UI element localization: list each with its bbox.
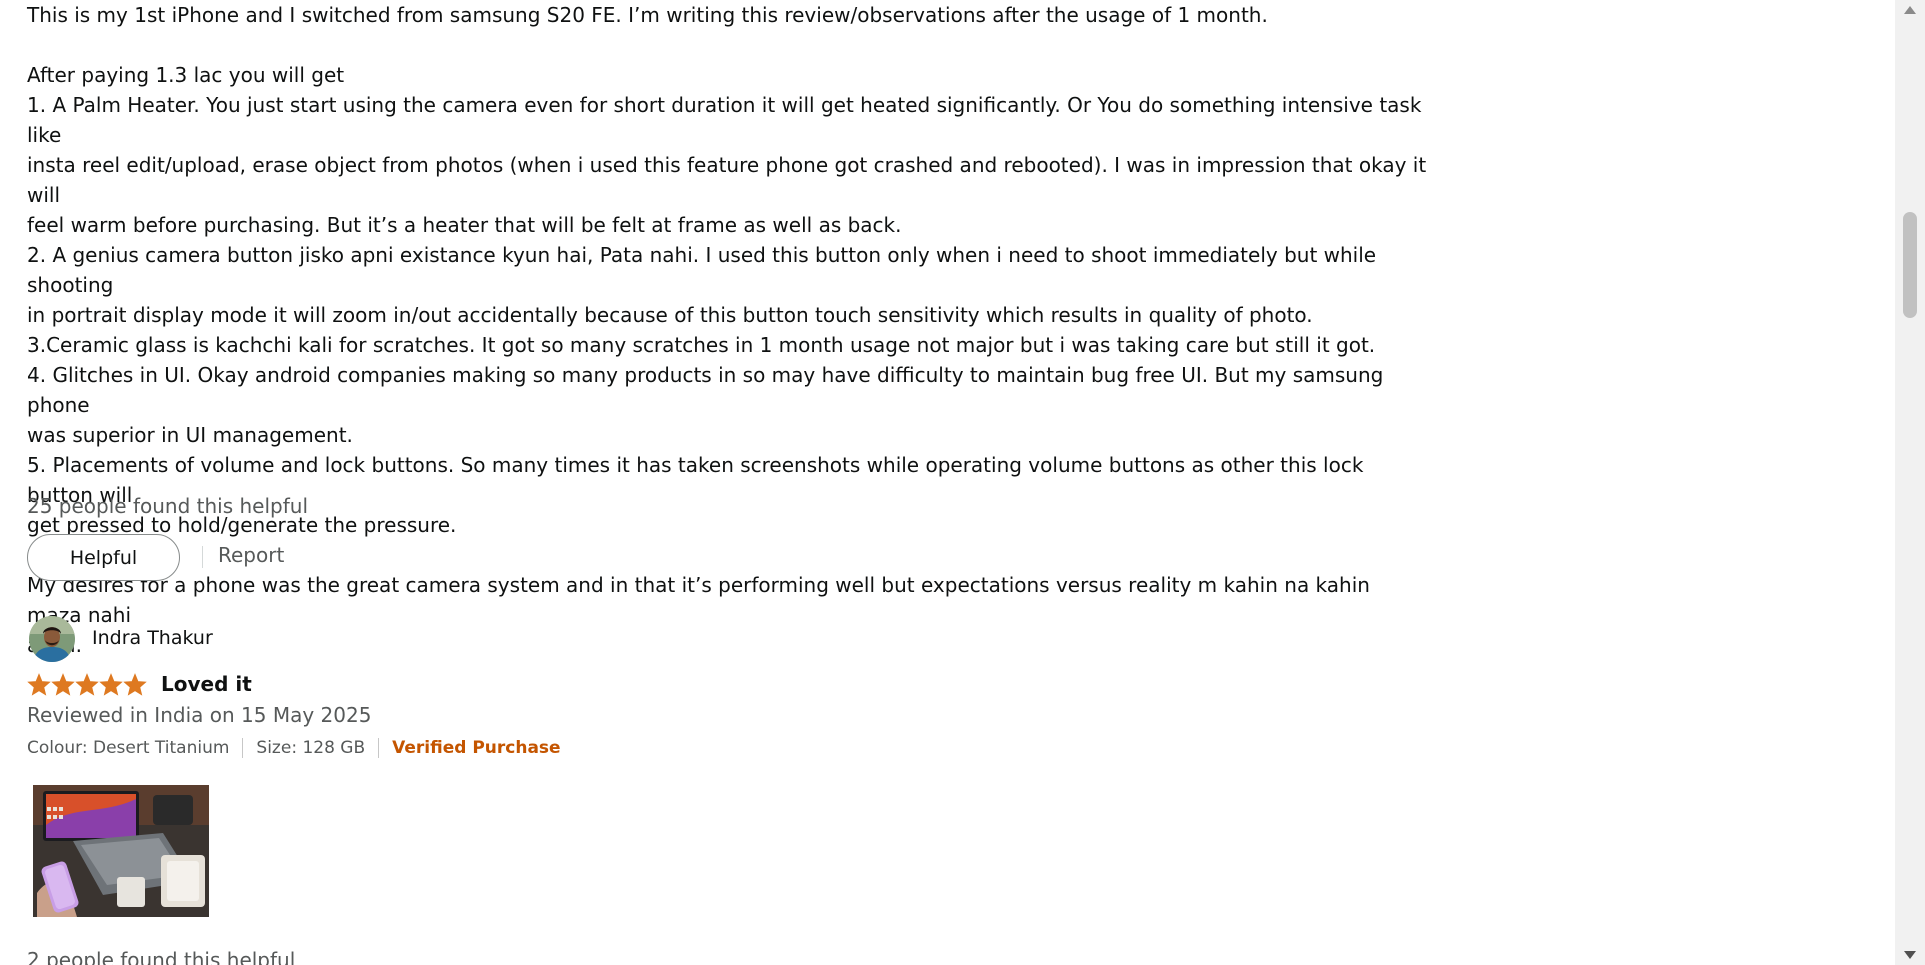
divider [378,738,380,758]
review-line: After paying 1.3 lac you will get [27,63,345,87]
star-icon [75,673,99,696]
review-line: was superior in UI management. [27,423,353,447]
colour-variant[interactable]: Colour: Desert Titanium [27,738,229,758]
avatar-image [29,616,75,662]
scroll-up-arrow-icon[interactable] [1904,6,1916,14]
helpful-count: 2 people found this helpful [27,948,296,965]
report-link[interactable]: Report [218,543,284,567]
review-meta: Colour: Desert Titanium Size: 128 GB Ver… [27,736,561,760]
review-line: aaya. [27,630,1427,660]
star-icon [27,673,51,696]
scroll-down-arrow-icon[interactable] [1904,951,1916,959]
review-line: insta reel edit/upload, erase object fro… [27,153,1433,207]
review-photo [33,785,209,917]
helpful-count: 25 people found this helpful [27,494,308,518]
review-line: This is my 1st iPhone and I switched fro… [27,3,1268,27]
star-rating[interactable] [27,670,147,700]
divider [242,738,244,758]
review-photo-thumbnail[interactable] [33,785,209,917]
review-line: 4. Glitches in UI. Okay android companie… [27,363,1390,417]
verified-purchase-badge[interactable]: Verified Purchase [392,738,560,758]
review-line: 2. A genius camera button jisko apni exi… [27,243,1383,297]
star-icon [51,673,75,696]
helpful-button[interactable]: Helpful [27,534,180,581]
review-date: Reviewed in India on 15 May 2025 [27,703,372,727]
vertical-scrollbar[interactable] [1895,0,1925,965]
review-page: This is my 1st iPhone and I switched fro… [0,0,1895,965]
review-line: in portrait display mode it will zoom in… [27,303,1313,327]
scrollbar-thumb[interactable] [1903,212,1917,318]
star-icon [123,673,147,696]
reviewer-name[interactable]: Indra Thakur [92,627,213,649]
avatar[interactable] [29,616,75,662]
review-title[interactable]: Loved it [161,672,252,696]
size-variant[interactable]: Size: 128 GB [256,738,365,758]
review-line: feel warm before purchasing. But it’s a … [27,213,902,237]
review-line: My desires for a phone was the great cam… [27,573,1377,627]
review-line: 3.Ceramic glass is kachchi kali for scra… [27,333,1376,357]
star-icon [99,673,123,696]
divider [202,546,203,568]
review-line: 1. A Palm Heater. You just start using t… [27,93,1428,147]
